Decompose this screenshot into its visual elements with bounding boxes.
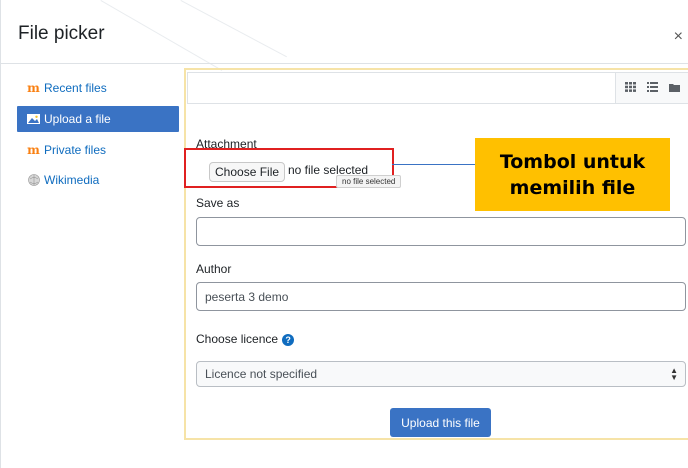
sidebar-item-private-files[interactable]: m Private files [17,138,179,162]
file-picker-toolbar [187,72,688,104]
sidebar-item-upload-a-file[interactable]: Upload a file [17,106,179,132]
licence-label: Choose licence [196,332,279,346]
view-switcher [615,73,688,103]
globe-icon [27,174,40,186]
chevron-updown-icon: ▲ ▼ [670,366,678,382]
author-input[interactable]: peserta 3 demo [196,282,686,311]
save-as-label: Save as [196,196,240,210]
author-value: peserta 3 demo [205,289,289,304]
annotation-connector [392,164,485,165]
callout-line-1: Tombol untuk [499,150,646,173]
file-tooltip: no file selected [336,175,402,188]
sidebar-item-wikimedia[interactable]: Wikimedia [17,168,179,192]
folder-view-icon[interactable] [668,81,680,95]
close-icon[interactable]: × [674,29,683,45]
author-label: Author [196,262,232,276]
sidebar-item-label: Private files [44,143,107,157]
moodle-icon: m [27,81,40,95]
sidebar-item-label: Wikimedia [44,173,100,187]
sidebar-item-recent-files[interactable]: m Recent files [17,76,179,100]
save-as-input[interactable] [196,217,686,246]
dialog-header: File picker × [1,0,688,64]
upload-icon [27,113,40,125]
file-picker-dialog: File picker × m Recent files Upload a fi… [0,0,688,468]
licence-value: Licence not specified [205,367,318,381]
sidebar-item-label: Recent files [44,81,107,95]
upload-this-file-button[interactable]: Upload this file [390,408,491,437]
sidebar-item-label: Upload a file [44,112,111,126]
moodle-icon: m [27,143,40,157]
list-view-icon[interactable] [646,81,658,95]
annotation-callout: Tombol untuk memilih file [475,138,670,211]
callout-line-2: memilih file [509,176,636,199]
grid-view-icon[interactable] [625,81,637,95]
dialog-title: File picker [18,23,105,44]
choose-file-button[interactable]: Choose File [209,162,286,182]
licence-select[interactable]: Licence not specified ▲ ▼ [196,361,686,387]
repository-sidebar: m Recent files Upload a file m Private f… [17,76,179,198]
licence-label-row: Choose licence? [196,332,295,346]
help-icon[interactable]: ? [282,333,295,346]
